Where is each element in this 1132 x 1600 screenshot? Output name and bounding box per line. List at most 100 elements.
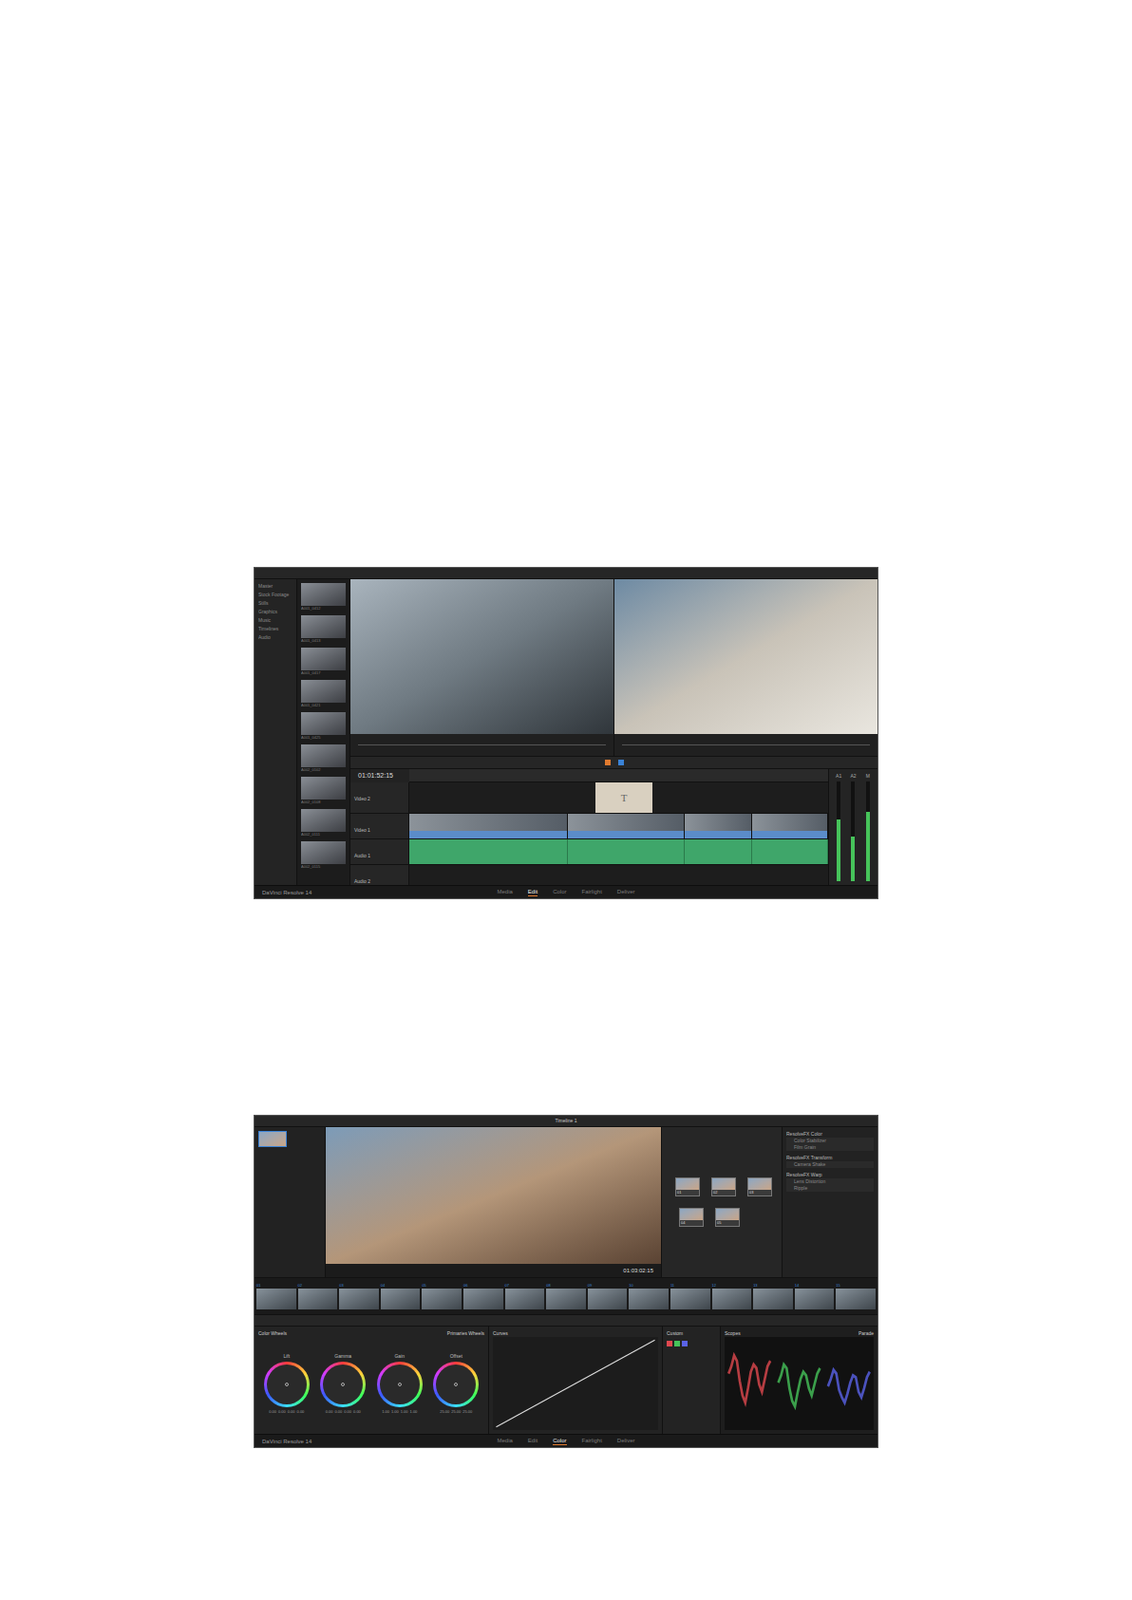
viewer: 01:03:02:15 <box>325 1127 661 1278</box>
page-tab[interactable]: Media <box>496 887 512 897</box>
strip-clip[interactable]: 13 <box>753 1282 793 1310</box>
parade-scope-icon <box>724 1337 874 1431</box>
strip-clip[interactable]: 07 <box>505 1282 546 1310</box>
strip-clip[interactable]: 14 <box>794 1282 835 1310</box>
audio-clip[interactable] <box>409 839 568 865</box>
video-clip[interactable] <box>409 813 568 839</box>
color-wheels-panel: Color WheelsPrimaries WheelsLift0.000.00… <box>254 1326 490 1434</box>
bin-item[interactable]: Master <box>258 583 293 590</box>
page-tab[interactable]: Fairlight <box>582 1436 603 1446</box>
bin-item[interactable]: Stock Footage <box>258 591 293 599</box>
page-tab[interactable]: Color <box>552 887 566 897</box>
timeline-name[interactable]: Timeline 1 <box>555 1117 578 1125</box>
video-clip[interactable] <box>567 813 685 839</box>
bin-item[interactable]: Audio <box>258 634 293 642</box>
bin-item[interactable]: Timelines <box>258 625 293 633</box>
bin-item[interactable]: Stills <box>258 600 293 607</box>
audio-clip[interactable] <box>752 839 829 865</box>
clip-thumbnail[interactable]: A001_0421 <box>301 679 346 709</box>
track-header: Video 1 <box>350 813 410 839</box>
level-meter <box>866 781 870 882</box>
strip-clip[interactable]: 12 <box>712 1282 753 1310</box>
color-wheel[interactable]: Lift0.000.000.000.00 <box>264 1353 310 1415</box>
clip-thumbnail[interactable]: A001_0425 <box>301 712 346 741</box>
viewers <box>350 579 878 756</box>
channel-swatch[interactable] <box>666 1340 673 1347</box>
library-item[interactable]: Film Grain <box>786 1144 874 1151</box>
library-section: ResolveFX ColorColor StabilizerFilm Grai… <box>786 1131 874 1151</box>
library-item[interactable]: Ripple <box>786 1185 874 1192</box>
curve-graph-icon[interactable] <box>492 1337 659 1431</box>
mixer-channel: M <box>862 773 874 882</box>
strip-clip[interactable]: 11 <box>670 1282 711 1310</box>
level-meter <box>836 781 841 882</box>
page-tabs: Media Edit Color Fairlight Deliver <box>496 1436 635 1446</box>
strip-clip[interactable]: 01 <box>256 1282 297 1310</box>
parade-series <box>778 1364 821 1407</box>
page-tab[interactable]: Deliver <box>617 887 636 897</box>
viewer-frame <box>614 579 878 735</box>
title-clip[interactable]: T <box>595 782 653 813</box>
strip-clip[interactable]: 03 <box>339 1282 379 1310</box>
page-tab[interactable]: Color <box>552 1436 566 1446</box>
clip-thumbnail[interactable]: A001_0412 <box>301 583 346 612</box>
audio-clip[interactable] <box>567 839 685 865</box>
clip-thumbnail[interactable]: A002_0102 <box>301 744 346 774</box>
clip-thumbnail[interactable]: A002_0111 <box>301 809 346 838</box>
strip-clip[interactable]: 10 <box>628 1282 669 1310</box>
toolbar <box>350 755 878 770</box>
top-bar <box>254 567 878 580</box>
timecode: 01:03:02:15 <box>622 1266 654 1275</box>
video-clip[interactable] <box>684 813 753 839</box>
clip-thumbnail[interactable]: A002_0115 <box>301 841 346 870</box>
strip-clip[interactable]: 05 <box>421 1282 462 1310</box>
color-wheel[interactable]: Gamma0.000.000.000.00 <box>320 1353 366 1415</box>
strip-clip[interactable]: 15 <box>835 1282 876 1310</box>
color-wheel[interactable]: Offset25.0025.0025.00 <box>433 1353 479 1415</box>
node[interactable]: 01 <box>675 1177 700 1197</box>
page-tab[interactable]: Fairlight <box>582 887 603 897</box>
strip-clip[interactable]: 06 <box>463 1282 504 1310</box>
bin-list: MasterStock FootageStillsGraphicsMusicTi… <box>254 579 298 886</box>
strip-clip[interactable]: 09 <box>587 1282 628 1310</box>
media-pool: A001_0412 A001_0413 A001_0417A001_0421 A001… <box>297 579 351 886</box>
library-item[interactable]: Camera Shake <box>786 1161 874 1169</box>
node[interactable]: 03 <box>747 1177 773 1197</box>
library-section: ResolveFX TransformCamera Shake <box>786 1154 874 1169</box>
viewer <box>614 579 878 756</box>
page-tab[interactable]: Edit <box>528 887 538 897</box>
gallery <box>254 1127 326 1278</box>
node[interactable]: 04 <box>679 1207 704 1227</box>
viewer <box>350 579 614 756</box>
strip-clip[interactable]: 04 <box>380 1282 421 1310</box>
strip-clip[interactable]: 02 <box>298 1282 339 1310</box>
channel-swatch[interactable] <box>674 1340 680 1347</box>
color-page-screenshot: Timeline 101:03:02:150102030405ResolveFX… <box>253 1114 879 1449</box>
video-clip[interactable] <box>752 813 829 839</box>
bin-item[interactable]: Music <box>258 617 293 624</box>
parade-series <box>728 1355 771 1403</box>
clip-strip: 010203040506070809101112131415 <box>254 1277 878 1316</box>
track: Audio 1 <box>350 839 829 866</box>
page-tab[interactable]: Deliver <box>617 1436 636 1446</box>
color-wheel[interactable]: Gain1.001.001.001.00 <box>377 1353 423 1415</box>
audio-clip[interactable] <box>684 839 753 865</box>
library-item[interactable]: Lens Distortion <box>786 1178 874 1186</box>
page-tab[interactable]: Media <box>496 1436 512 1446</box>
bin-item[interactable]: Graphics <box>258 608 293 616</box>
node[interactable]: 02 <box>711 1177 736 1197</box>
node[interactable]: 05 <box>715 1207 740 1227</box>
clip-thumbnail[interactable]: A002_0108 <box>301 776 346 806</box>
viewer-frame <box>325 1127 661 1265</box>
page-tab[interactable]: Edit <box>528 1436 538 1446</box>
clip-thumbnail[interactable]: A001_0417 <box>301 647 346 677</box>
strip-clip[interactable]: 08 <box>546 1282 586 1310</box>
track: Video 2T <box>350 782 829 814</box>
curves-panel: Curves <box>489 1326 663 1434</box>
clip-thumbnail[interactable]: A001_0413 <box>301 615 346 644</box>
scopes-panel: ScopesParade <box>720 1326 878 1434</box>
manual-page: MasterStock FootageStillsGraphicsMusicTi… <box>0 0 1132 1600</box>
library-item[interactable]: Color Stabilizer <box>786 1137 874 1145</box>
palette-toolbar <box>254 1315 878 1327</box>
channel-swatch[interactable] <box>681 1340 688 1347</box>
